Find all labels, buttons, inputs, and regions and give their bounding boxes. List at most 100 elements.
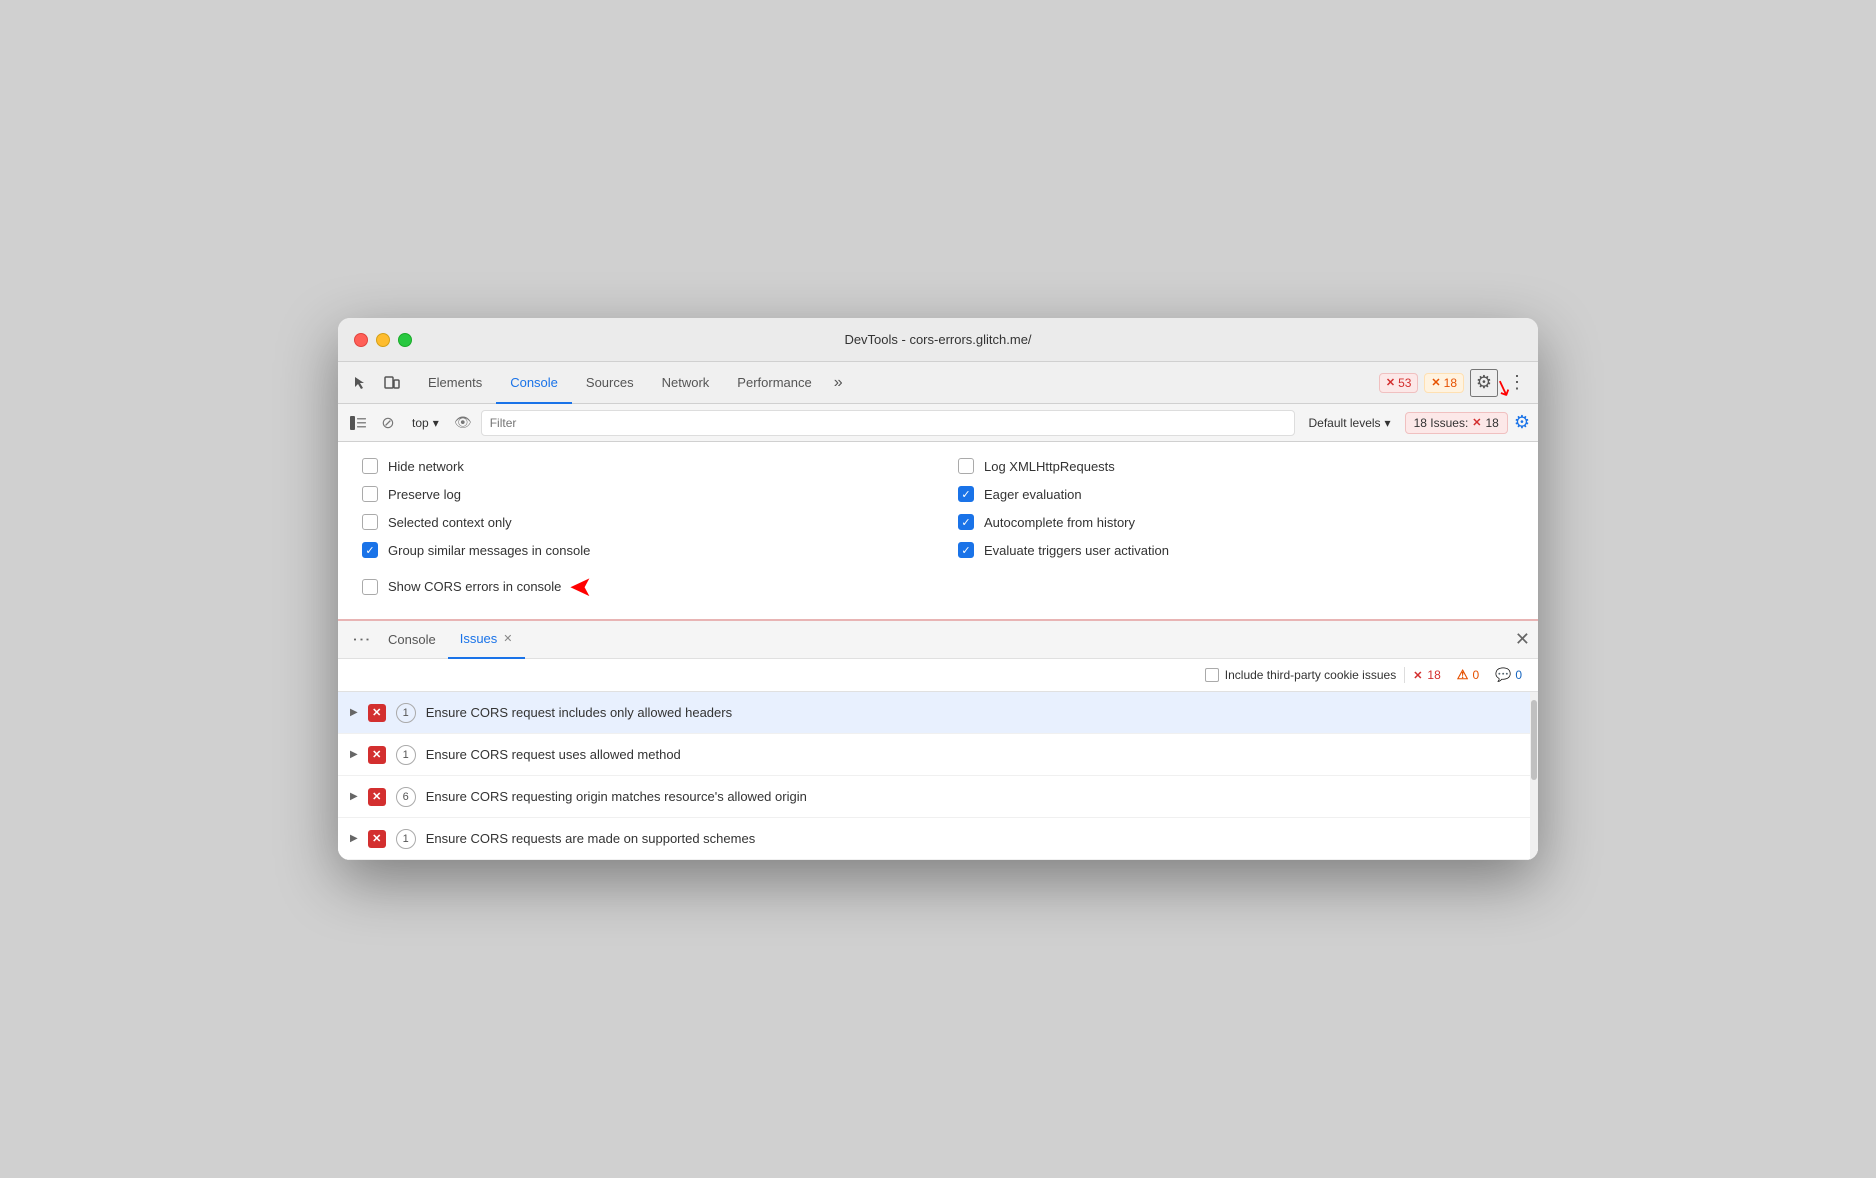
error-x-icon: ✕	[1386, 376, 1395, 389]
cursor-icon	[352, 375, 368, 391]
window-title: DevTools - cors-errors.glitch.me/	[844, 332, 1031, 347]
info-issue-count: 0	[1515, 668, 1522, 682]
setting-preserve-log: Preserve log	[362, 486, 918, 502]
tab-elements[interactable]: Elements	[414, 362, 496, 404]
setting-autocomplete: ✓ Autocomplete from history	[958, 514, 1514, 530]
expand-icon: ▶	[350, 833, 358, 844]
issues-count-bar: ✕ 18 ⚠ 0 💬 0	[1413, 667, 1522, 683]
setting-eager-eval: ✓ Eager evaluation	[958, 486, 1514, 502]
tab-performance[interactable]: Performance	[723, 362, 825, 404]
tab-sources[interactable]: Sources	[572, 362, 648, 404]
filter-input[interactable]	[481, 410, 1295, 436]
console-settings-panel: Hide network Preserve log Selected conte…	[338, 442, 1538, 621]
warn-count-badge: ✕ 18	[1424, 373, 1464, 393]
scrollbar-track	[1530, 692, 1538, 860]
tab-icon-group	[346, 369, 406, 397]
checkbox-cors-errors[interactable]	[362, 579, 378, 595]
sidebar-icon	[350, 416, 366, 430]
warn-triangle-icon: ⚠	[1457, 667, 1469, 683]
settings-left-col: Hide network Preserve log Selected conte…	[362, 458, 918, 603]
more-tabs-button[interactable]: »	[826, 362, 851, 404]
setting-cors-errors: Show CORS errors in console	[362, 579, 561, 595]
divider	[1404, 667, 1405, 683]
settings-right-col: Log XMLHttpRequests ✓ Eager evaluation ✓…	[958, 458, 1514, 603]
console-settings-button[interactable]: ⚙	[1514, 412, 1530, 433]
traffic-lights	[354, 333, 412, 347]
close-panel-button[interactable]: ✕	[1515, 629, 1530, 650]
close-issues-tab-button[interactable]: ✕	[503, 632, 512, 645]
devtools-window: DevTools - cors-errors.glitch.me/ Elemen…	[338, 318, 1538, 860]
checkbox-group-similar[interactable]: ✓	[362, 542, 378, 558]
red-arrow-cors: ➤	[569, 570, 592, 603]
error-count-badge: ✕ 53	[1379, 373, 1419, 393]
more-options-button[interactable]: ⋮	[1504, 372, 1530, 393]
checkbox-autocomplete[interactable]: ✓	[958, 514, 974, 530]
issues-badge: 18 Issues: ✕ 18	[1405, 412, 1508, 434]
gear-wrapper: ⚙ ↘	[1470, 369, 1498, 397]
third-party-cookie-checkbox-row: Include third-party cookie issues	[1205, 668, 1396, 682]
bottom-panel-menu-button[interactable]: ⋮	[351, 625, 372, 655]
count-badge: 1	[396, 745, 416, 765]
red-x-icon: ✕	[1413, 669, 1422, 682]
error-icon: ✕	[368, 788, 386, 806]
checkbox-third-party[interactable]	[1205, 668, 1219, 682]
error-icon: ✕	[368, 746, 386, 764]
main-tabs-bar: Elements Console Sources Network Perform…	[338, 362, 1538, 404]
issue-item[interactable]: ▶ ✕ 1 Ensure CORS request uses allowed m…	[338, 734, 1538, 776]
warn-issue-count: 0	[1472, 668, 1479, 682]
setting-cors-errors-row: Show CORS errors in console ➤	[362, 570, 918, 603]
bottom-tab-issues[interactable]: Issues ✕	[448, 621, 525, 659]
device-toggle-button[interactable]	[378, 369, 406, 397]
checkbox-selected-context[interactable]	[362, 514, 378, 530]
device-icon	[384, 375, 400, 391]
tab-network[interactable]: Network	[648, 362, 724, 404]
issues-list: ▶ ✕ 1 Ensure CORS request includes only …	[338, 692, 1538, 860]
issue-item[interactable]: ▶ ✕ 6 Ensure CORS requesting origin matc…	[338, 776, 1538, 818]
settings-button[interactable]: ⚙	[1470, 369, 1498, 397]
error-icon: ✕	[368, 704, 386, 722]
expand-icon: ▶	[350, 749, 358, 760]
checkbox-preserve-log[interactable]	[362, 486, 378, 502]
checkbox-evaluate-triggers[interactable]: ✓	[958, 542, 974, 558]
issues-toolbar: Include third-party cookie issues ✕ 18 ⚠…	[338, 659, 1538, 692]
error-icon: ✕	[368, 830, 386, 848]
issues-x-icon: ✕	[1472, 416, 1481, 429]
settings-grid: Hide network Preserve log Selected conte…	[362, 458, 1514, 603]
maximize-button[interactable]	[398, 333, 412, 347]
count-badge: 1	[396, 703, 416, 723]
setting-hide-network: Hide network	[362, 458, 918, 474]
setting-selected-context: Selected context only	[362, 514, 918, 530]
bottom-tab-console[interactable]: Console	[376, 621, 448, 659]
checkbox-eager-eval[interactable]: ✓	[958, 486, 974, 502]
setting-group-similar: ✓ Group similar messages in console	[362, 542, 918, 558]
setting-log-xml: Log XMLHttpRequests	[958, 458, 1514, 474]
issues-list-container: ▶ ✕ 1 Ensure CORS request includes only …	[338, 692, 1538, 860]
count-badge: 6	[396, 787, 416, 807]
sidebar-toggle-button[interactable]	[346, 411, 370, 435]
close-button[interactable]	[354, 333, 368, 347]
bottom-tabs-bar: ⋮ Console Issues ✕ ✕	[338, 621, 1538, 659]
count-badge: 1	[396, 829, 416, 849]
tab-console[interactable]: Console	[496, 362, 572, 404]
red-issue-count: 18	[1427, 668, 1440, 682]
tab-right-actions: ✕ 53 ✕ 18 ⚙ ↘ ⋮	[1379, 369, 1530, 397]
checkbox-log-xml[interactable]	[958, 458, 974, 474]
checkbox-hide-network[interactable]	[362, 458, 378, 474]
issue-item[interactable]: ▶ ✕ 1 Ensure CORS request includes only …	[338, 692, 1538, 734]
context-selector[interactable]: top ▾	[406, 414, 445, 432]
titlebar: DevTools - cors-errors.glitch.me/	[338, 318, 1538, 362]
clear-console-button[interactable]: ⊘	[376, 411, 400, 435]
console-toolbar: ⊘ top ▾ 👁 Default levels ▾ 18 Issues: ✕ …	[338, 404, 1538, 442]
bottom-panel: ⋮ Console Issues ✕ ✕ Include third-party…	[338, 621, 1538, 860]
minimize-button[interactable]	[376, 333, 390, 347]
issue-item[interactable]: ▶ ✕ 1 Ensure CORS requests are made on s…	[338, 818, 1538, 860]
expand-icon: ▶	[350, 791, 358, 802]
warn-icon: ✕	[1431, 376, 1440, 389]
levels-selector[interactable]: Default levels ▾	[1301, 414, 1399, 432]
inspect-element-button[interactable]	[346, 369, 374, 397]
setting-evaluate-triggers: ✓ Evaluate triggers user activation	[958, 542, 1514, 558]
expand-icon: ▶	[350, 707, 358, 718]
info-icon: 💬	[1495, 667, 1511, 683]
eye-button[interactable]: 👁	[451, 411, 475, 435]
scrollbar-thumb[interactable]	[1531, 700, 1537, 780]
